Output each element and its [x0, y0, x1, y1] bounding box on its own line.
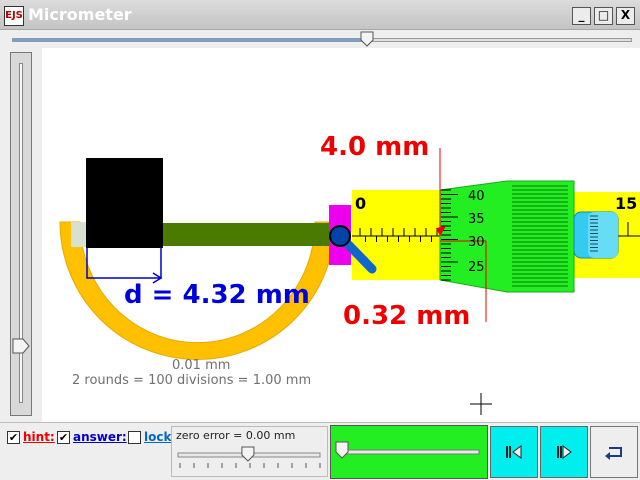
micrometer-drawing [59, 148, 640, 415]
minimize-button[interactable]: _ [572, 7, 591, 25]
top-slider-fill [13, 39, 372, 41]
thimble-tick-label: 25 [468, 260, 485, 275]
least-count-label: 0.01 mm [172, 358, 231, 373]
maximize-button[interactable]: □ [594, 7, 613, 25]
answer-checkbox[interactable]: ✔ [57, 431, 70, 444]
zero-error-label: zero error = 0.00 mm [176, 429, 296, 442]
left-slider-track[interactable] [10, 52, 32, 416]
top-slider[interactable] [0, 30, 640, 48]
app-icon: EJS [4, 6, 24, 26]
spindle [162, 223, 338, 246]
left-slider-panel [0, 48, 42, 422]
close-button[interactable]: X [616, 7, 635, 25]
top-slider-thumb[interactable] [360, 31, 374, 47]
step-back-button[interactable] [490, 426, 538, 478]
hint-label[interactable]: hint: [23, 430, 55, 444]
lock-label[interactable]: lock [144, 430, 171, 444]
zero-error-slider[interactable] [172, 445, 327, 475]
lock-knob [329, 225, 351, 247]
sleeve-fifteen-label: 15 [615, 194, 638, 213]
thimble-tick-label: 35 [468, 212, 485, 227]
main-scale-reading: 4.0 mm [320, 132, 430, 162]
thimble-tick-label: 30 [468, 235, 485, 250]
hint-checkbox[interactable]: ✔ [7, 431, 20, 444]
control-bar: ✔ hint: ✔ answer: lock zero error = 0.00… [0, 422, 640, 480]
left-slider-thumb[interactable] [12, 338, 30, 354]
speed-slider-panel [330, 425, 488, 479]
zero-error-panel: zero error = 0.00 mm [171, 426, 328, 477]
step-forward-icon [557, 445, 572, 459]
sleeve-zero-label: 0 [355, 194, 367, 213]
window-title: Micrometer [28, 5, 132, 24]
measurement-result: d = 4.32 mm [124, 280, 310, 310]
scale-rule-label: 2 rounds = 100 divisions = 1.00 mm [72, 373, 312, 388]
zero-error-thumb [241, 446, 255, 462]
speed-slider-thumb [335, 441, 349, 459]
top-slider-track[interactable] [12, 38, 632, 42]
thimble-reading: 0.32 mm [343, 301, 471, 331]
reset-button[interactable] [590, 426, 638, 478]
speed-slider[interactable] [331, 426, 489, 480]
lock-checkbox[interactable] [128, 431, 141, 444]
step-forward-button[interactable] [540, 426, 588, 478]
measurement-bracket [86, 248, 162, 279]
anvil [71, 222, 87, 247]
answer-label[interactable]: answer: [73, 430, 127, 444]
reset-icon [605, 447, 622, 460]
simulation-canvas[interactable]: 4.0 mm 0.32 mm d = 4.32 mm 0.01 mm 2 rou… [42, 48, 640, 422]
title-bar: EJS Micrometer _ □ X [0, 0, 640, 30]
measured-object [86, 158, 163, 248]
thimble-tick-label: 40 [468, 189, 485, 204]
step-back-icon [506, 445, 522, 459]
